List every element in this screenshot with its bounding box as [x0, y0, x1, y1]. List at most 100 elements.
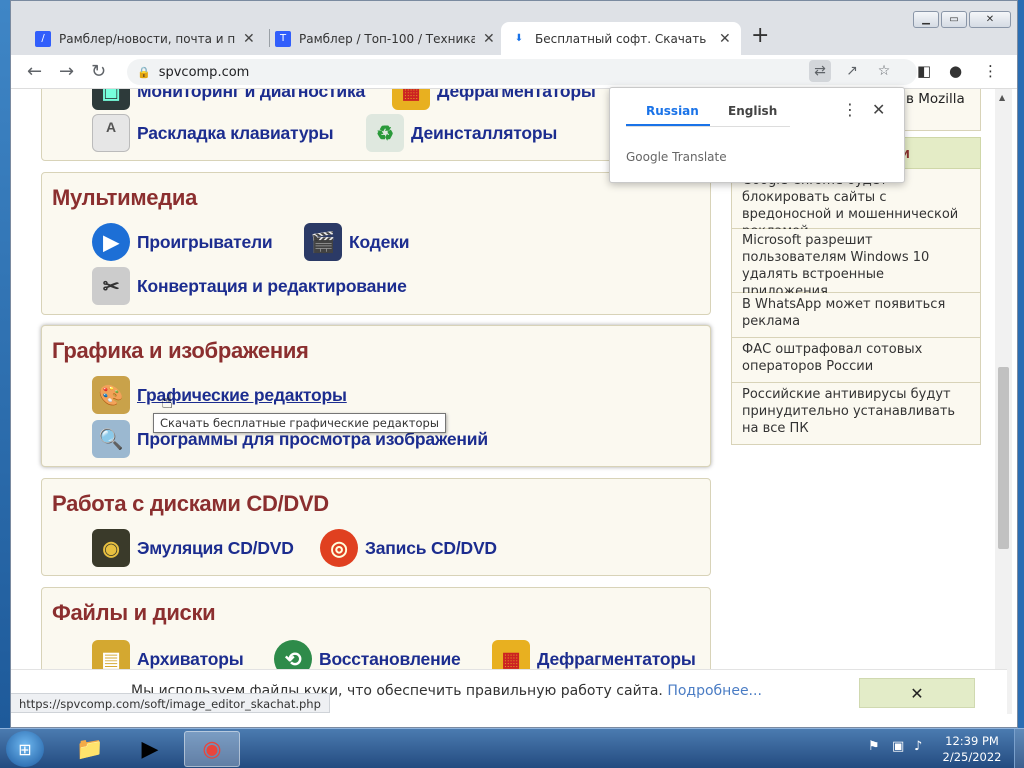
section-multimedia: Мультимедиа ▶ Проигрыватели 🎬 Кодеки ✂ К…: [41, 172, 711, 315]
news-item[interactable]: Microsoft разрешит пользователям Windows…: [731, 229, 981, 299]
keyboard-key-icon: A: [92, 114, 130, 152]
scroll-up-icon[interactable]: ▲: [999, 93, 1005, 102]
menu-kebab-icon[interactable]: ⋮: [983, 62, 998, 80]
tab-rambler-news[interactable]: / Рамблер/новости, почта и поиск ✕: [25, 22, 265, 55]
clapperboard-icon: 🎬: [304, 223, 342, 261]
close-popup-icon[interactable]: ✕: [872, 100, 885, 119]
tab-close-icon[interactable]: ✕: [719, 31, 731, 47]
tab-rambler-top100[interactable]: T Рамблер / Топ-100 / Техника и т ✕: [265, 22, 505, 55]
url-text: spvcomp.com: [158, 64, 250, 80]
recovery-arrows-icon: ⟲: [274, 640, 312, 669]
top100-favicon-icon: T: [275, 30, 291, 47]
section-cd-dvd: Работа с дисками CD/DVD ◉ Эмуляция CD/DV…: [41, 478, 711, 576]
media-player-taskbar-button[interactable]: ▶: [122, 731, 178, 767]
show-desktop-button[interactable]: [1014, 729, 1024, 768]
cookie-more-link[interactable]: Подробнее...: [667, 683, 762, 699]
news-item[interactable]: ФАС оштрафовал сотовых операторов России: [731, 338, 981, 383]
bookmark-star-icon[interactable]: ☆: [873, 60, 895, 82]
burning-disc-icon: ◎: [320, 529, 358, 567]
section-title: Файлы и диски: [52, 600, 216, 625]
minimize-button[interactable]: ▁: [913, 11, 939, 28]
translate-popup: Russian English ⋮ ✕ Google Translate: [609, 87, 905, 183]
category-cd-emulation[interactable]: ◉ Эмуляция CD/DVD: [92, 529, 294, 567]
back-arrow-icon[interactable]: ←: [27, 61, 42, 82]
windows-taskbar: ⊞ 📁 ▶ ◉ ⚑ ▣ ♪ 12:39 PM 2/25/2022: [0, 728, 1024, 768]
desktop-edge: [0, 0, 10, 728]
category-uninstallers[interactable]: ♻ Деинсталляторы: [366, 114, 557, 152]
recycle-bin-icon: ♻: [366, 114, 404, 152]
tab-strip: ▁ ▭ ✕ / Рамблер/новости, почта и поиск ✕…: [11, 1, 1017, 55]
lang-tab-russian[interactable]: Russian: [646, 104, 699, 118]
chrome-taskbar-button[interactable]: ◉: [184, 731, 240, 767]
status-bar-url: https://spvcomp.com/soft/image_editor_sk…: [11, 693, 330, 713]
section-graphics: Графика и изображения 🎨 Графические реда…: [41, 325, 711, 467]
disc-drive-icon: ◉: [92, 529, 130, 567]
chrome-icon: ◉: [202, 736, 222, 762]
news-item[interactable]: Российские антивирусы будут принудительн…: [731, 383, 981, 445]
forward-arrow-icon[interactable]: →: [59, 61, 74, 82]
folder-icon: 📁: [76, 736, 104, 762]
side-panel-icon[interactable]: ◧: [917, 62, 931, 80]
lang-tab-english[interactable]: English: [728, 104, 777, 118]
share-icon[interactable]: ↗: [841, 60, 863, 82]
tab-close-icon[interactable]: ✕: [243, 31, 255, 47]
category-codecs[interactable]: 🎬 Кодеки: [304, 223, 410, 261]
cookie-close-button[interactable]: ✕: [859, 678, 975, 708]
lock-icon: 🔒: [137, 65, 151, 79]
rambler-favicon-icon: /: [35, 30, 51, 47]
category-keyboard-layout[interactable]: A Раскладка клавиатуры: [92, 114, 334, 152]
browser-toolbar: ← → ↻ 🔒 spvcomp.com ⇄ ↗ ☆ ◧ ● ⋮: [11, 55, 1017, 89]
address-bar[interactable]: 🔒 spvcomp.com: [127, 59, 917, 85]
category-defrag-files[interactable]: ▦ Дефрагментаторы: [492, 640, 696, 669]
system-clock[interactable]: 12:39 PM 2/25/2022: [936, 733, 1008, 765]
explorer-taskbar-button[interactable]: 📁: [62, 731, 118, 767]
reload-icon[interactable]: ↻: [91, 61, 106, 82]
tab-title: Бесплатный софт. Скачать прог: [535, 31, 711, 46]
monitor-icon: ▣: [92, 89, 130, 110]
volume-icon[interactable]: ♪: [914, 739, 922, 754]
tab-close-icon[interactable]: ✕: [483, 31, 495, 47]
action-center-flag-icon[interactable]: ⚑: [868, 739, 880, 754]
sidebar-top-text[interactable]: в Mozilla: [906, 91, 965, 107]
translate-icon[interactable]: ⇄: [809, 60, 831, 82]
category-recovery[interactable]: ⟲ Восстановление: [274, 640, 461, 669]
tab-title: Рамблер / Топ-100 / Техника и т: [299, 31, 475, 46]
defrag-blocks-icon: ▦: [492, 640, 530, 669]
network-icon[interactable]: ▣: [892, 739, 904, 754]
defrag-blocks-icon: ▦: [392, 89, 430, 110]
google-translate-brand: Google Translate: [626, 150, 727, 164]
play-icon: ▶: [92, 223, 130, 261]
scrollbar-thumb[interactable]: [998, 367, 1009, 549]
category-players[interactable]: ▶ Проигрыватели: [92, 223, 273, 261]
tab-title: Рамблер/новости, почта и поиск: [59, 31, 235, 46]
category-graphic-editors[interactable]: 🎨 Графические редакторы: [92, 376, 347, 414]
category-conversion[interactable]: ✂ Конвертация и редактирование: [92, 267, 407, 305]
category-monitoring[interactable]: ▣ Мониторинг и диагностика: [92, 89, 365, 110]
category-cd-burning[interactable]: ◎ Запись CD/DVD: [320, 529, 497, 567]
section-title: Работа с дисками CD/DVD: [52, 491, 329, 516]
close-window-button[interactable]: ✕: [969, 11, 1011, 28]
window-controls: ▁ ▭ ✕: [913, 11, 1011, 28]
new-tab-button[interactable]: +: [751, 23, 769, 48]
section-title: Мультимедиа: [52, 185, 198, 210]
chrome-window: ▁ ▭ ✕ / Рамблер/новости, почта и поиск ✕…: [10, 0, 1018, 728]
active-tab-underline: [626, 124, 710, 126]
tab-spvcomp[interactable]: ⬇ Бесплатный софт. Скачать прог ✕: [501, 22, 741, 55]
start-button[interactable]: ⊞: [6, 731, 44, 767]
section-files-disks: Файлы и диски ▤ Архиваторы ⟲ Восстановле…: [41, 587, 711, 669]
page-scrollbar[interactable]: ▲ ▼: [995, 89, 1012, 714]
clock-time: 12:39 PM: [945, 734, 999, 748]
download-favicon-icon: ⬇: [514, 33, 524, 44]
section-title: Графика и изображения: [52, 338, 309, 363]
maximize-button[interactable]: ▭: [941, 11, 967, 28]
news-item[interactable]: В WhatsApp может появиться реклама: [731, 293, 981, 338]
palette-icon: 🎨: [92, 376, 130, 414]
magnifier-icon: 🔍: [92, 420, 130, 458]
profile-avatar-icon[interactable]: ●: [949, 62, 962, 80]
link-tooltip: Скачать бесплатные графические редакторы: [153, 413, 446, 433]
clock-date: 2/25/2022: [942, 750, 1002, 764]
category-defrag[interactable]: ▦ Дефрагментаторы: [392, 89, 596, 110]
media-player-icon: ▶: [141, 736, 159, 762]
more-options-icon[interactable]: ⋮: [842, 100, 858, 119]
category-archivers[interactable]: ▤ Архиваторы: [92, 640, 244, 669]
